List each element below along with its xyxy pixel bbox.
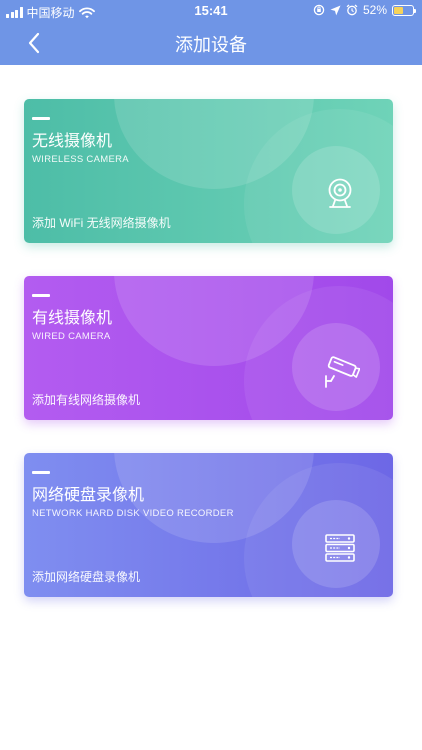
card-wireless-camera[interactable]: 无线摄像机 WIRELESS CAMERA 添加 WiFi 无线网络摄像机 xyxy=(24,99,393,243)
webcam-icon xyxy=(328,178,352,208)
cctv-camera-icon xyxy=(325,356,360,388)
title-dash xyxy=(32,294,50,297)
card-wired-camera[interactable]: 有线摄像机 WIRED CAMERA 添加有线网络摄像机 xyxy=(24,276,393,420)
card-title: 无线摄像机 xyxy=(32,133,113,150)
battery-icon xyxy=(392,4,416,16)
orientation-lock-icon xyxy=(313,4,325,16)
card-network-video-recorder[interactable]: 网络硬盘录像机 NETWORK HARD DISK VIDEO RECORDER… xyxy=(24,453,393,597)
card-description: 添加网络硬盘录像机 xyxy=(32,570,141,584)
header: 中国移动 15:41 52% 添加设备 xyxy=(0,0,422,65)
status-right: 52% xyxy=(313,3,416,17)
title-dash xyxy=(32,471,50,474)
battery-percent: 52% xyxy=(362,3,387,17)
card-description: 添加 WiFi 无线网络摄像机 xyxy=(32,216,171,230)
card-subtitle: NETWORK HARD DISK VIDEO RECORDER xyxy=(32,508,234,519)
location-arrow-icon xyxy=(330,5,341,15)
server-rack-icon xyxy=(325,534,355,562)
status-bar: 中国移动 15:41 52% xyxy=(0,0,422,22)
battery-fill xyxy=(394,6,403,14)
card-subtitle: WIRED CAMERA xyxy=(32,331,111,342)
page-title: 添加设备 xyxy=(175,35,247,55)
card-subtitle: WIRELESS CAMERA xyxy=(32,154,129,165)
title-dash xyxy=(32,117,50,120)
card-title: 网络硬盘录像机 xyxy=(32,487,145,504)
nav-bar: 添加设备 xyxy=(0,22,422,65)
alarm-clock-icon xyxy=(346,4,358,16)
card-title: 有线摄像机 xyxy=(32,310,113,327)
card-description: 添加有线网络摄像机 xyxy=(32,393,141,407)
